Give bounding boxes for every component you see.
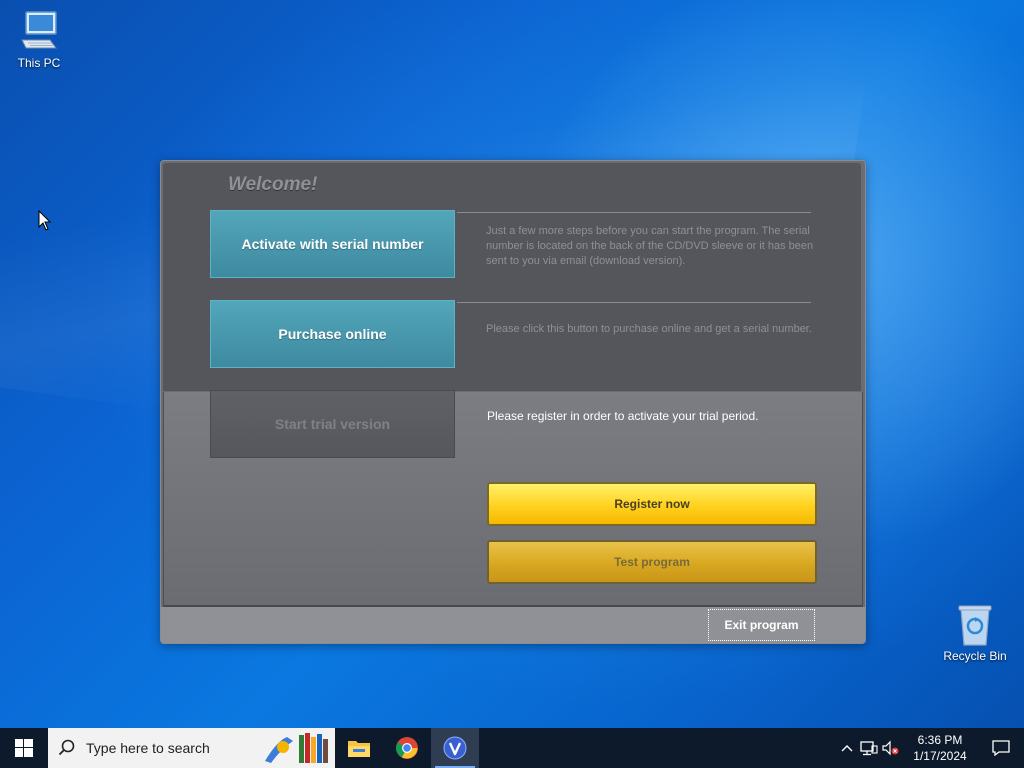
desktop-icon-recycle-bin[interactable]: Recycle Bin — [938, 603, 1012, 663]
system-tray: 6:36 PM 1/17/2024 — [836, 728, 1024, 768]
notification-center-button[interactable] — [978, 728, 1024, 768]
notification-icon — [992, 740, 1010, 756]
clock-date: 1/17/2024 — [913, 749, 967, 763]
exit-program-button[interactable]: Exit program — [708, 609, 815, 641]
clock-time: 6:36 PM — [917, 733, 963, 747]
v-app-icon — [443, 736, 467, 760]
taskbar-clock[interactable]: 6:36 PM 1/17/2024 — [902, 732, 978, 764]
desktop: This PC Recycle Bin Welcome! Activate wi… — [0, 0, 1024, 728]
network-icon — [860, 741, 878, 756]
activate-serial-button[interactable]: Activate with serial number — [210, 210, 455, 278]
tray-overflow-button[interactable] — [836, 728, 858, 768]
trial-description: Please register in order to activate you… — [487, 409, 759, 423]
tray-network[interactable] — [858, 728, 880, 768]
taskbar-file-explorer[interactable] — [335, 728, 383, 768]
taskbar: Type here to search 6:36 PM 1/17/2024 — [0, 728, 1024, 768]
windows-logo-icon — [15, 739, 33, 757]
recycle-bin-icon — [958, 605, 992, 646]
divider — [457, 212, 811, 213]
search-highlight-books-icon — [265, 733, 328, 763]
divider — [457, 302, 811, 303]
activate-description: Just a few more steps before you can sta… — [486, 225, 814, 267]
desktop-icon-label: Recycle Bin — [943, 649, 1007, 663]
volume-muted-icon — [882, 740, 899, 756]
start-trial-button[interactable]: Start trial version — [210, 390, 455, 458]
registration-dialog: Welcome! Activate with serial number Jus… — [160, 160, 866, 644]
chevron-up-icon — [841, 745, 853, 752]
taskbar-v-app[interactable] — [431, 728, 479, 768]
search-placeholder: Type here to search — [86, 740, 210, 756]
mouse-cursor-icon — [38, 210, 52, 231]
test-program-button[interactable]: Test program — [487, 540, 817, 584]
taskbar-chrome[interactable] — [383, 728, 431, 768]
computer-icon — [21, 11, 57, 49]
desktop-icon-label: This PC — [17, 56, 61, 70]
purchase-description: Please click this button to purchase onl… — [486, 323, 812, 335]
purchase-online-button[interactable]: Purchase online — [210, 300, 455, 368]
welcome-title: Welcome! — [228, 174, 318, 195]
search-icon — [58, 739, 75, 756]
desktop-icon-this-pc[interactable]: This PC — [2, 10, 76, 70]
chrome-icon — [396, 737, 418, 759]
start-button[interactable] — [0, 728, 48, 768]
taskbar-search-box[interactable]: Type here to search — [48, 728, 335, 768]
register-now-button[interactable]: Register now — [487, 482, 817, 526]
tray-volume[interactable] — [880, 728, 902, 768]
file-explorer-icon — [348, 741, 370, 757]
